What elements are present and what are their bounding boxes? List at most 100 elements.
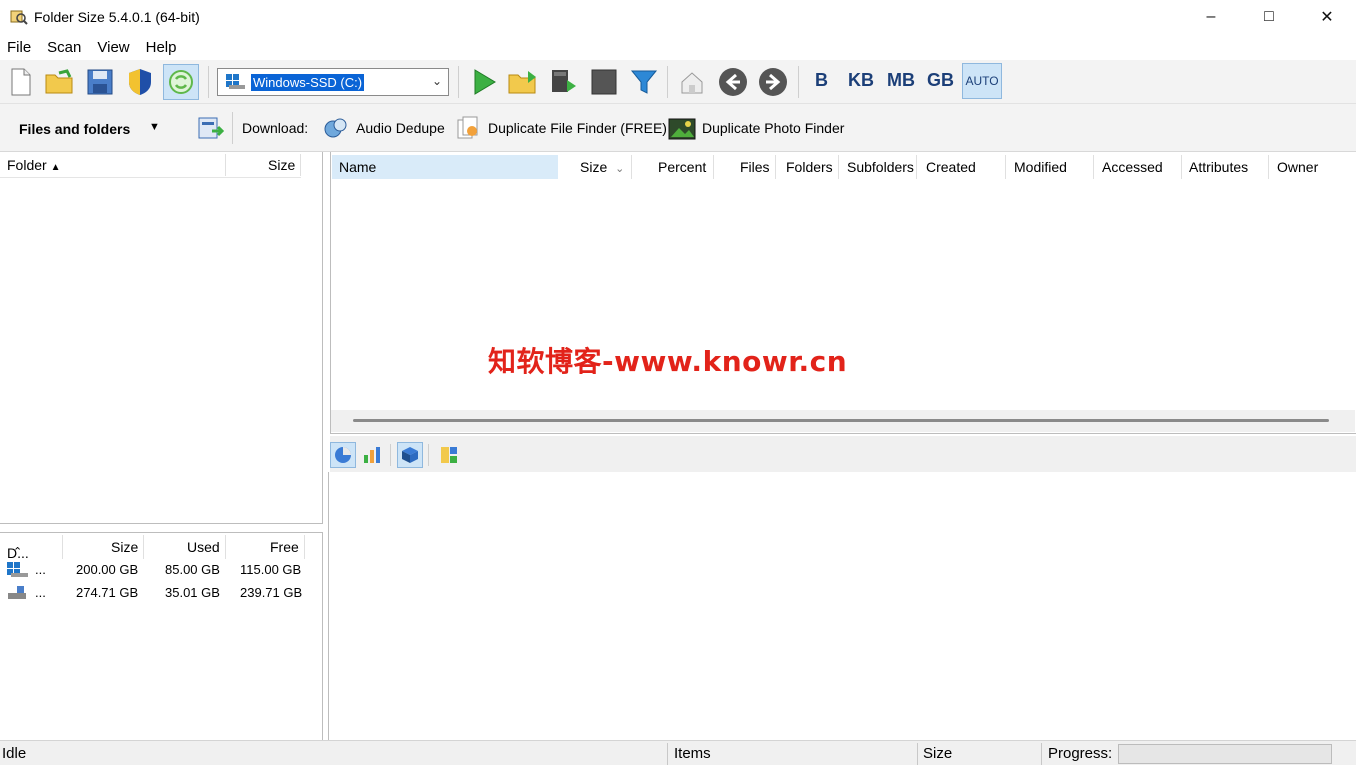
- audio-dedupe-label: Audio Dedupe: [356, 120, 445, 136]
- back-arrow-icon[interactable]: [717, 66, 749, 98]
- status-text: Idle: [2, 745, 27, 762]
- chart-toolbar: [330, 436, 1356, 472]
- folder-tree-panel[interactable]: Folder ▲ Size: [0, 152, 323, 524]
- menu-scan[interactable]: Scan: [47, 39, 81, 56]
- chevron-down-icon: ⌄: [615, 163, 625, 175]
- unit-mb-button[interactable]: MB: [887, 70, 915, 91]
- refresh-icon[interactable]: [163, 64, 199, 100]
- column-size[interactable]: Size: [268, 157, 295, 173]
- duplicate-file-finder-link[interactable]: Duplicate File Finder (FREE): [454, 112, 667, 144]
- caret-down-icon[interactable]: ▼: [149, 121, 160, 133]
- column-folders[interactable]: Folders: [786, 159, 833, 175]
- column-drive-used[interactable]: Used: [187, 539, 220, 555]
- drive-free: 239.71 GB: [240, 585, 303, 600]
- chart-area[interactable]: [328, 472, 1356, 740]
- window-title: Folder Size 5.4.0.1 (64-bit): [34, 9, 200, 25]
- windows-drive-icon: [7, 562, 28, 577]
- drive-size: 274.71 GB: [76, 585, 139, 600]
- photo-icon: [668, 114, 696, 142]
- column-drive-size[interactable]: Size: [111, 539, 138, 555]
- unit-gb-button[interactable]: GB: [927, 70, 954, 91]
- usb-drive-icon: [8, 586, 26, 599]
- menu-help[interactable]: Help: [146, 39, 177, 56]
- status-bar: Idle Items Size Progress:: [0, 740, 1356, 765]
- progress-bar: [1118, 744, 1332, 764]
- column-attributes[interactable]: Attributes: [1189, 159, 1248, 175]
- drive-row[interactable]: ... 200.00 GB 85.00 GB 115.00 GB: [0, 559, 305, 581]
- 3d-view-icon[interactable]: [397, 442, 423, 468]
- filter-icon[interactable]: [628, 66, 660, 98]
- watermark-text: 知软博客-www.knowr.cn: [488, 345, 848, 378]
- duplicate-photo-finder-link[interactable]: Duplicate Photo Finder: [668, 112, 844, 144]
- home-icon[interactable]: [676, 66, 708, 98]
- scan-drive-icon[interactable]: [547, 66, 579, 98]
- title-bar: Folder Size 5.4.0.1 (64-bit) – □ ✕: [0, 0, 1356, 34]
- drive-name: ...: [35, 585, 46, 600]
- main-toolbar: Windows-SSD (C:) ⌄ B KB MB GB: [0, 60, 1356, 104]
- file-list-header: Name Size ⌄ Percent Files Folders Subfol…: [331, 152, 1356, 180]
- forward-arrow-icon[interactable]: [757, 66, 789, 98]
- drive-icon: [226, 74, 245, 89]
- drive-select-value: Windows-SSD (C:): [251, 73, 365, 91]
- download-label: Download:: [242, 120, 309, 136]
- sort-ascending-icon: ▲: [50, 162, 61, 173]
- legend-icon[interactable]: [436, 442, 462, 468]
- bar-chart-icon[interactable]: [359, 442, 385, 468]
- column-created[interactable]: Created: [926, 159, 976, 175]
- app-icon: [10, 10, 28, 25]
- export-icon[interactable]: [194, 112, 226, 144]
- column-drive-free[interactable]: Free: [270, 539, 299, 555]
- play-icon[interactable]: [468, 66, 500, 98]
- column-modified[interactable]: Modified: [1014, 159, 1067, 175]
- menu-file[interactable]: File: [7, 39, 31, 56]
- drives-header: D... ⌃ Size Used Free: [0, 533, 305, 561]
- column-name[interactable]: Name: [332, 155, 558, 179]
- duplicate-file-finder-label: Duplicate File Finder (FREE): [488, 120, 667, 136]
- drive-free: 115.00 GB: [240, 562, 302, 577]
- drives-panel[interactable]: D... ⌃ Size Used Free ... 200.00 GB 85.0…: [0, 532, 323, 740]
- pie-chart-icon[interactable]: [330, 442, 356, 468]
- column-subfolders[interactable]: Subfolders: [847, 159, 914, 175]
- duplicate-photo-finder-label: Duplicate Photo Finder: [702, 120, 845, 136]
- save-icon[interactable]: [84, 66, 116, 98]
- folder-tree-header: Folder ▲ Size: [0, 152, 301, 178]
- scrollbar-thumb[interactable]: [353, 419, 1329, 422]
- secondary-toolbar: Files and folders ▼ Download: Audio Dedu…: [0, 104, 1356, 152]
- drive-size: 200.00 GB: [76, 562, 139, 577]
- chevron-up-icon: ⌃: [13, 546, 23, 558]
- menu-view[interactable]: View: [97, 39, 129, 56]
- audio-dedupe-link[interactable]: Audio Dedupe: [322, 112, 445, 144]
- scan-folder-icon[interactable]: [507, 66, 539, 98]
- stop-icon[interactable]: [588, 66, 620, 98]
- drive-row[interactable]: ... 274.71 GB 35.01 GB 239.71 GB: [0, 582, 305, 604]
- horizontal-scrollbar[interactable]: [331, 410, 1355, 432]
- unit-kb-button[interactable]: KB: [848, 70, 874, 91]
- unit-auto-button[interactable]: AUTO: [962, 63, 1002, 99]
- maximize-button[interactable]: □: [1240, 0, 1298, 34]
- column-owner[interactable]: Owner: [1277, 159, 1318, 175]
- drive-select[interactable]: Windows-SSD (C:) ⌄: [217, 68, 449, 96]
- column-files[interactable]: Files: [740, 159, 770, 175]
- chevron-down-icon: ⌄: [431, 74, 442, 88]
- duplicate-file-icon: [454, 114, 482, 142]
- column-size[interactable]: Size ⌄: [580, 159, 624, 175]
- status-size: Size: [923, 745, 953, 762]
- drive-used: 85.00 GB: [165, 562, 220, 577]
- audio-icon: [322, 114, 350, 142]
- column-accessed[interactable]: Accessed: [1102, 159, 1163, 175]
- column-folder[interactable]: Folder ▲: [7, 157, 60, 173]
- unit-bytes-button[interactable]: B: [815, 70, 828, 91]
- shield-icon[interactable]: [124, 66, 156, 98]
- column-percent[interactable]: Percent: [658, 159, 706, 175]
- view-mode-dropdown[interactable]: Files and folders: [19, 121, 130, 137]
- open-folder-icon[interactable]: [44, 66, 76, 98]
- minimize-button[interactable]: –: [1182, 0, 1240, 34]
- menu-bar: File Scan View Help: [0, 34, 1356, 60]
- progress-label: Progress:: [1048, 745, 1113, 762]
- drive-name: ...: [35, 562, 46, 577]
- file-list-panel[interactable]: Name Size ⌄ Percent Files Folders Subfol…: [330, 152, 1356, 434]
- drive-used: 35.01 GB: [165, 585, 220, 600]
- status-items: Items: [674, 745, 711, 762]
- close-button[interactable]: ✕: [1298, 0, 1356, 34]
- new-file-icon[interactable]: [5, 66, 37, 98]
